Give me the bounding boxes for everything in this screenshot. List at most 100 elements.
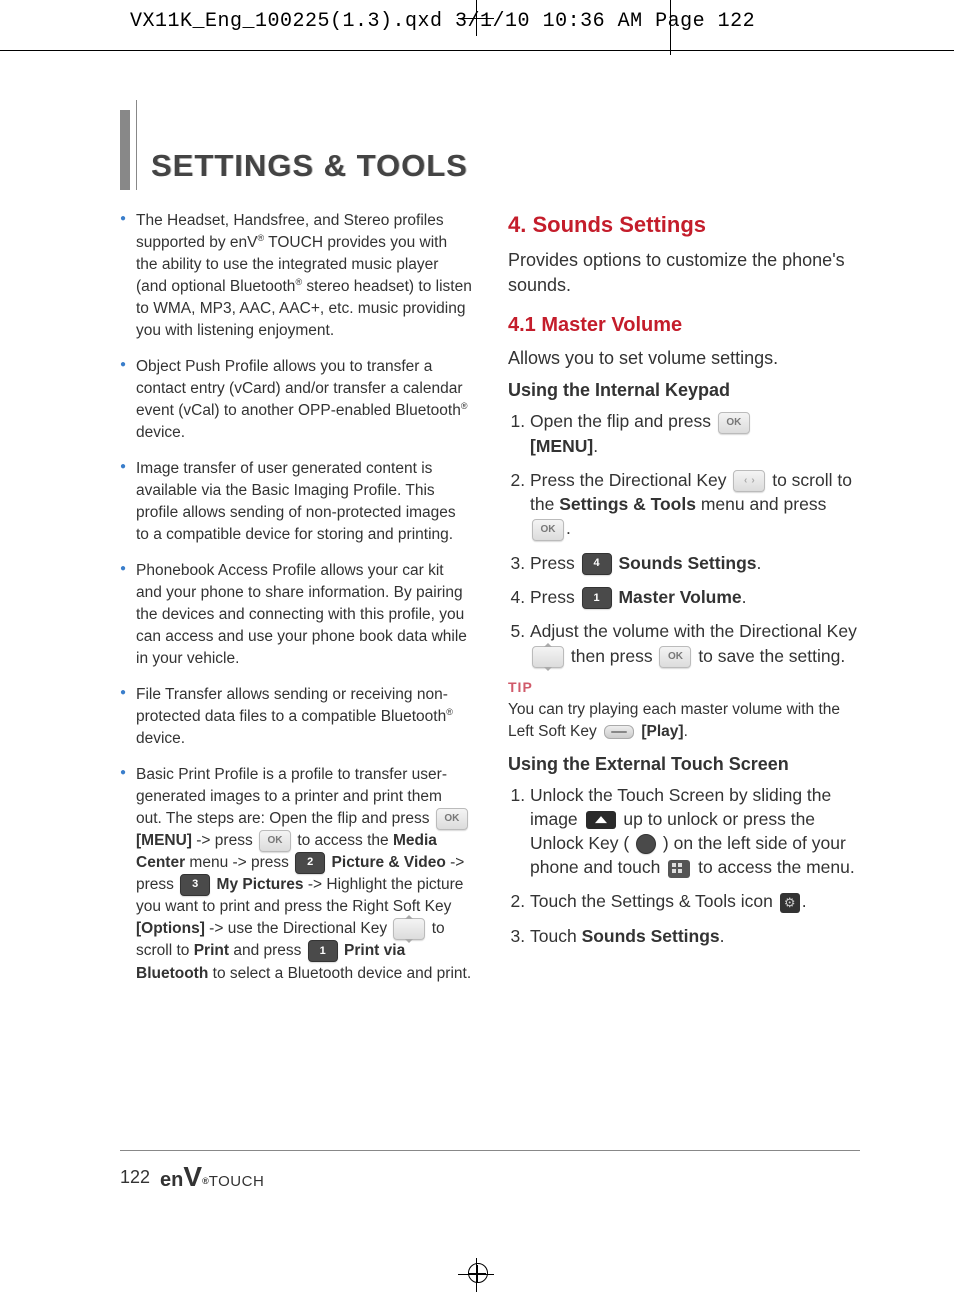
step-external-3: Touch Sounds Settings. bbox=[530, 924, 860, 948]
heading-internal-keypad: Using the Internal Keypad bbox=[508, 378, 860, 403]
bullet-phonebook: Phonebook Access Profile allows your car… bbox=[120, 560, 472, 670]
text: -> use the Directional Key bbox=[205, 920, 392, 937]
text: File Transfer allows sending or receivin… bbox=[136, 686, 448, 725]
step-internal-4: Press 1 Master Volume. bbox=[530, 585, 860, 609]
ok-key-icon: OK bbox=[532, 519, 564, 541]
title-accent-line bbox=[136, 100, 137, 190]
brand-logo: enV®TOUCH bbox=[160, 1161, 264, 1193]
master-volume-body: Allows you to set volume settings. bbox=[508, 346, 860, 371]
my-pictures-label: My Pictures bbox=[217, 876, 304, 893]
key-1-icon: 1 bbox=[582, 587, 612, 609]
key-3-icon: 3 bbox=[180, 874, 210, 896]
heading-master-volume: 4.1 Master Volume bbox=[508, 312, 860, 340]
registered-mark: ® bbox=[202, 1176, 209, 1186]
text: Open the flip and press bbox=[530, 411, 716, 431]
text: Adjust the volume with the Directional K… bbox=[530, 621, 857, 641]
step-internal-2: Press the Directional Key to scroll to t… bbox=[530, 468, 860, 541]
text: Object Push Profile allows you to transf… bbox=[136, 358, 463, 419]
text: . bbox=[684, 723, 688, 740]
menu-grid-icon bbox=[668, 860, 690, 878]
crop-marks-bottom bbox=[0, 1232, 954, 1292]
heading-sounds-settings: 4. Sounds Settings bbox=[508, 210, 860, 240]
page-title: SETTINGS & TOOLS bbox=[151, 148, 468, 184]
text: to select a Bluetooth device and print. bbox=[208, 965, 471, 982]
step-internal-5: Adjust the volume with the Directional K… bbox=[530, 619, 860, 668]
master-volume-label: Master Volume bbox=[618, 587, 741, 607]
bullet-headset: The Headset, Handsfree, and Stereo profi… bbox=[120, 210, 472, 342]
crop-mark bbox=[670, 0, 671, 55]
play-label: [Play] bbox=[641, 723, 683, 740]
ok-key-icon: OK bbox=[659, 646, 691, 668]
bullet-basic-print: Basic Print Profile is a profile to tran… bbox=[120, 764, 472, 985]
text: . bbox=[566, 518, 571, 538]
brand-v: V bbox=[183, 1161, 202, 1193]
text: Press bbox=[530, 587, 580, 607]
unlock-key-icon bbox=[636, 834, 656, 854]
step-internal-3: Press 4 Sounds Settings. bbox=[530, 551, 860, 575]
heading-external-touch: Using the External Touch Screen bbox=[508, 752, 860, 777]
text: menu and press bbox=[696, 494, 826, 514]
text: . bbox=[720, 926, 725, 946]
step-external-1: Unlock the Touch Screen by sliding the i… bbox=[530, 783, 860, 880]
ok-key-icon: OK bbox=[259, 830, 291, 852]
key-1-icon: 1 bbox=[308, 940, 338, 962]
text: device. bbox=[136, 730, 185, 747]
ok-key-icon: OK bbox=[718, 412, 750, 434]
key-2-icon: 2 bbox=[295, 852, 325, 874]
tip-label: TIP bbox=[508, 678, 860, 697]
section-title-row: SETTINGS & TOOLS bbox=[120, 100, 860, 190]
text: Press bbox=[530, 553, 580, 573]
tip-body: You can try playing each master volume w… bbox=[508, 699, 860, 742]
page-number: 122 bbox=[120, 1167, 150, 1188]
text: . bbox=[757, 553, 762, 573]
menu-label: [MENU] bbox=[530, 436, 593, 456]
step-external-2: Touch the Settings & Tools icon . bbox=[530, 889, 860, 913]
text: then press bbox=[566, 646, 657, 666]
options-label: [Options] bbox=[136, 920, 205, 937]
text: Touch bbox=[530, 926, 582, 946]
menu-label: [MENU] bbox=[136, 832, 192, 849]
page-footer: 122 enV®TOUCH bbox=[120, 1150, 860, 1193]
sounds-settings-body: Provides options to customize the phone'… bbox=[508, 248, 860, 298]
left-column: The Headset, Handsfree, and Stereo profi… bbox=[120, 210, 472, 999]
text: . bbox=[802, 891, 807, 911]
directional-key-icon bbox=[393, 918, 425, 940]
step-internal-1: Open the flip and press OK [MENU]. bbox=[530, 409, 860, 458]
text: . bbox=[742, 587, 747, 607]
directional-key-lr-icon bbox=[733, 470, 765, 492]
text: to access the bbox=[293, 832, 393, 849]
directional-key-icon bbox=[532, 646, 564, 668]
bullet-opp: Object Push Profile allows you to transf… bbox=[120, 356, 472, 444]
brand-en: en bbox=[160, 1169, 183, 1192]
crop-mark bbox=[458, 18, 494, 19]
text: -> press bbox=[192, 832, 257, 849]
title-accent-bar bbox=[120, 110, 130, 190]
bullet-image-transfer: Image transfer of user generated content… bbox=[120, 458, 472, 546]
text: Press the Directional Key bbox=[530, 470, 731, 490]
settings-tools-icon bbox=[780, 893, 800, 913]
sounds-settings-label: Sounds Settings bbox=[618, 553, 756, 573]
sounds-settings-label: Sounds Settings bbox=[582, 926, 720, 946]
key-4-icon: 4 bbox=[582, 553, 612, 575]
text: to access the menu. bbox=[693, 857, 854, 877]
text: to save the setting. bbox=[693, 646, 845, 666]
bullet-file-transfer: File Transfer allows sending or receivin… bbox=[120, 684, 472, 750]
text: menu -> press bbox=[185, 854, 293, 871]
print-label: Print bbox=[194, 943, 229, 960]
picture-video-label: Picture & Video bbox=[332, 854, 446, 871]
text: Touch the Settings & Tools icon bbox=[530, 891, 778, 911]
text: . bbox=[593, 436, 598, 456]
left-soft-key-icon bbox=[604, 725, 634, 739]
settings-tools-label: Settings & Tools bbox=[559, 494, 696, 514]
text: Basic Print Profile is a profile to tran… bbox=[136, 766, 447, 827]
ok-key-icon: OK bbox=[436, 808, 468, 830]
text: device. bbox=[136, 424, 185, 441]
registered-mark: ® bbox=[461, 401, 468, 411]
slide-up-icon bbox=[586, 811, 616, 829]
crop-header: VX11K_Eng_100225(1.3).qxd 3/1/10 10:36 A… bbox=[130, 10, 755, 33]
registered-mark: ® bbox=[446, 707, 453, 717]
brand-touch: TOUCH bbox=[209, 1173, 265, 1190]
right-column: 4. Sounds Settings Provides options to c… bbox=[508, 210, 860, 999]
crop-mark bbox=[0, 50, 954, 51]
text: and press bbox=[229, 943, 306, 960]
